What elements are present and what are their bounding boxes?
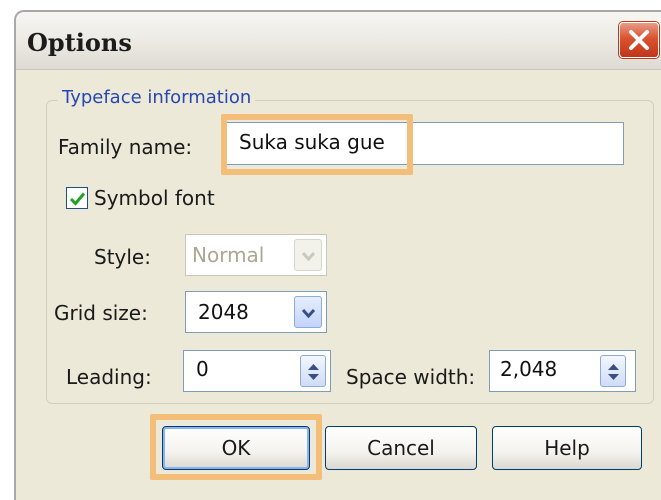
family-name-label: Family name: bbox=[58, 135, 193, 159]
leading-value: 0 bbox=[196, 357, 209, 381]
ok-button-highlight bbox=[150, 414, 322, 480]
space-width-value: 2,048 bbox=[500, 357, 558, 381]
family-name-highlight bbox=[221, 114, 413, 175]
checkmark-icon bbox=[69, 192, 86, 206]
grid-size-value: 2048 bbox=[198, 300, 249, 324]
space-width-spinner[interactable] bbox=[600, 355, 626, 387]
dialog-title: Options bbox=[27, 28, 132, 57]
spinner-arrows-icon bbox=[608, 364, 619, 380]
grid-size-combobox[interactable]: 2048 bbox=[185, 291, 327, 333]
close-button[interactable] bbox=[619, 22, 659, 58]
grid-size-dropdown-button[interactable] bbox=[294, 296, 322, 328]
style-label: Style: bbox=[94, 245, 151, 269]
close-icon bbox=[629, 30, 649, 50]
groupbox-legend: Typeface information bbox=[58, 87, 256, 108]
spinner-arrows-icon bbox=[308, 364, 319, 380]
cancel-button[interactable]: Cancel bbox=[325, 426, 477, 470]
style-dropdown-button[interactable] bbox=[294, 239, 322, 271]
symbol-font-checkbox[interactable] bbox=[66, 187, 88, 209]
leading-label: Leading: bbox=[66, 365, 152, 389]
style-value: Normal bbox=[192, 243, 265, 267]
space-width-label: Space width: bbox=[346, 365, 476, 389]
grid-size-label: Grid size: bbox=[54, 301, 148, 325]
style-combobox[interactable]: Normal bbox=[185, 234, 327, 276]
help-button[interactable]: Help bbox=[492, 426, 642, 470]
chevron-down-icon bbox=[301, 251, 316, 262]
chevron-down-icon bbox=[301, 308, 316, 319]
space-width-input[interactable]: 2,048 bbox=[489, 350, 636, 392]
symbol-font-label[interactable]: Symbol font bbox=[94, 186, 215, 210]
leading-input[interactable]: 0 bbox=[183, 350, 331, 392]
leading-spinner[interactable] bbox=[300, 355, 326, 387]
